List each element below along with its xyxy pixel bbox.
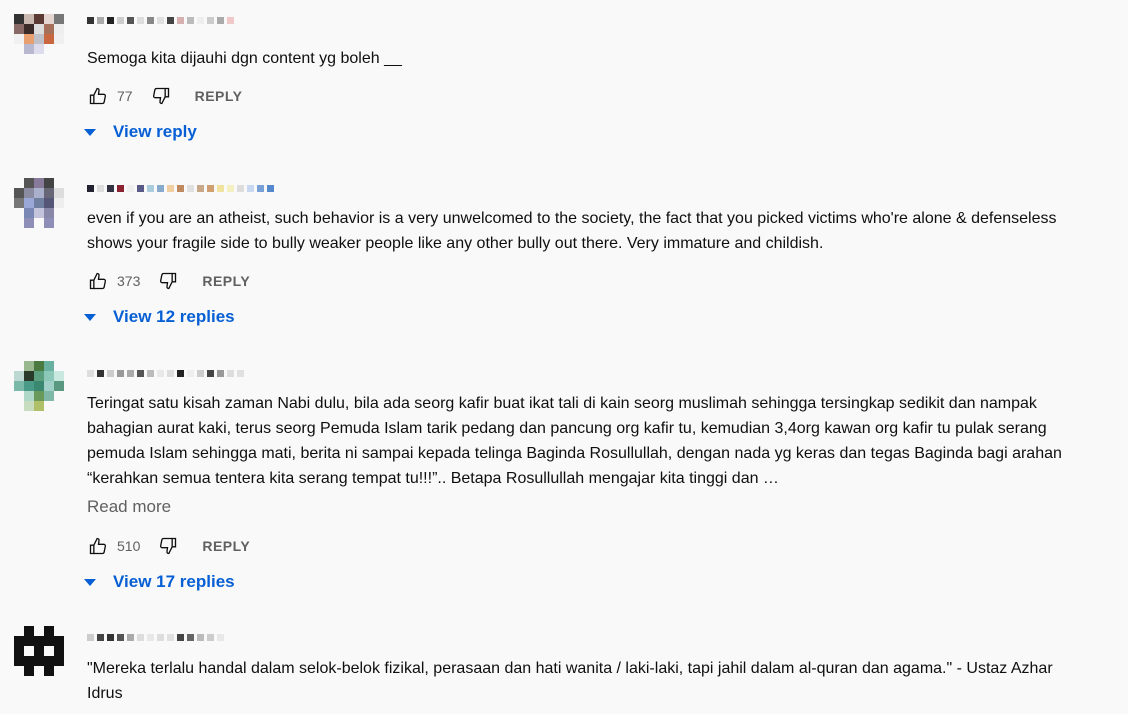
read-more-link[interactable]: Read more [87, 497, 171, 517]
view-replies-button[interactable]: View 17 replies [84, 572, 235, 592]
author-name-redacted[interactable] [87, 182, 274, 194]
caret-down-icon [84, 578, 96, 586]
view-replies-label: View 12 replies [113, 307, 235, 326]
thumb-down-icon[interactable] [150, 85, 172, 107]
thumb-down-icon[interactable] [157, 270, 179, 292]
view-replies-button[interactable]: View 12 replies [84, 307, 235, 327]
view-replies-label: View 17 replies [113, 572, 235, 591]
caret-down-icon [84, 128, 96, 136]
like-count: 373 [117, 273, 141, 289]
view-replies-label: View reply [113, 122, 197, 141]
thumb-up-icon[interactable] [87, 535, 109, 557]
avatar[interactable] [14, 178, 64, 238]
thumb-down-icon[interactable] [157, 535, 179, 557]
caret-down-icon [84, 313, 96, 321]
thumb-up-icon[interactable] [87, 85, 109, 107]
comment-actions: 510 REPLY [87, 534, 250, 558]
comment-text: Semoga kita dijauhi dgn content yg boleh… [87, 50, 402, 67]
like-count: 510 [117, 538, 141, 554]
like-count: 77 [117, 88, 133, 104]
comment-actions: 373 REPLY [87, 269, 250, 293]
avatar[interactable] [14, 361, 64, 421]
thumb-up-icon[interactable] [87, 270, 109, 292]
reply-button[interactable]: REPLY [202, 538, 250, 554]
author-name-redacted[interactable] [87, 367, 244, 379]
comment-text: "Mereka terlalu handal dalam selok-belok… [87, 660, 1053, 702]
comment-text: even if you are an atheist, such behavio… [87, 210, 1057, 252]
avatar[interactable] [14, 626, 64, 686]
comment-actions: 77 REPLY [87, 84, 242, 108]
author-name-redacted[interactable] [87, 631, 224, 643]
view-replies-button[interactable]: View reply [84, 122, 197, 142]
author-name-redacted[interactable] [87, 14, 234, 26]
comment-text: Teringat satu kisah zaman Nabi dulu, bil… [87, 395, 1062, 487]
reply-button[interactable]: REPLY [195, 88, 243, 104]
reply-button[interactable]: REPLY [202, 273, 250, 289]
avatar[interactable] [14, 14, 64, 74]
